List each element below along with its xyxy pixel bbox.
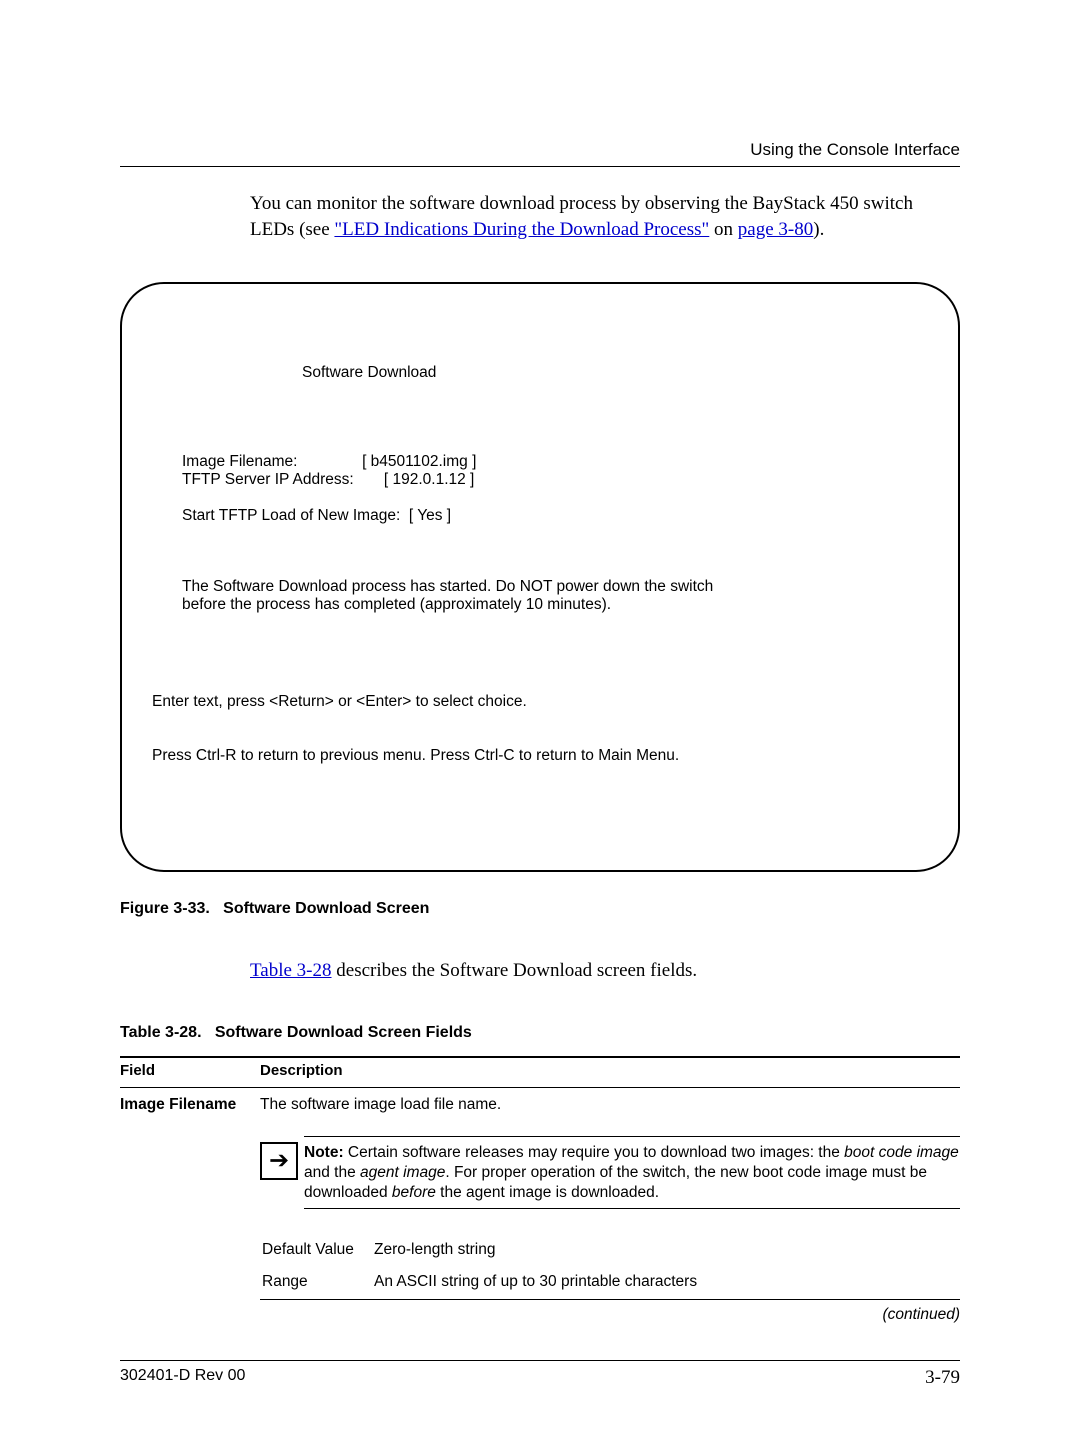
doc-revision: 302401-D Rev 00 [120, 1367, 245, 1389]
page-number: 3-79 [925, 1367, 960, 1389]
fields-table: Field Description Image Filename The sof… [120, 1056, 960, 1332]
console-fields: Image Filename: [ b4501102.img ] TFTP Se… [182, 453, 928, 524]
arrow-right-icon: ➔ [260, 1142, 298, 1180]
note-seg: Certain software releases may require yo… [344, 1144, 845, 1161]
console-field-value: [ b4501102.img ] [362, 453, 476, 470]
console-field-label: Image Filename: [182, 453, 297, 470]
note-text: Note: Certain software releases may requ… [304, 1136, 960, 1208]
console-help-line-1: Enter text, press <Return> or <Enter> to… [152, 693, 928, 711]
note-seg: and the [304, 1164, 360, 1181]
console-status-message: The Software Download process has starte… [182, 578, 742, 614]
col-header-description: Description [260, 1057, 960, 1088]
figure-caption: Figure 3-33. Software Download Screen [120, 900, 960, 918]
link-led-indications[interactable]: "LED Indications During the Download Pro… [334, 219, 709, 240]
table-row: Range An ASCII string of up to 30 printa… [262, 1267, 958, 1297]
link-table-3-28[interactable]: Table 3-28 [250, 960, 332, 981]
link-page-3-80[interactable]: page 3-80 [738, 219, 813, 240]
intro-paragraph: You can monitor the software download pr… [250, 191, 960, 242]
table-row: Image Filename The software image load f… [120, 1087, 960, 1122]
cell-field-name: Image Filename [120, 1087, 260, 1122]
console-field-label: TFTP Server IP Address: [182, 471, 354, 488]
console-help-line-2: Press Ctrl-R to return to previous menu.… [152, 747, 928, 765]
continued-indicator: (continued) [260, 1304, 960, 1324]
console-field-value: [ Yes ] [409, 507, 451, 524]
console-screen-box: Software Download Image Filename: [ b450… [120, 282, 960, 872]
ref-rest: describes the Software Download screen f… [332, 960, 698, 981]
figure-number: Figure 3-33. [120, 900, 210, 917]
running-header: Using the Console Interface [120, 140, 960, 167]
page-footer: 302401-D Rev 00 3-79 [120, 1360, 960, 1389]
note-block: ➔ Note: Certain software releases may re… [260, 1136, 960, 1209]
table-reference-paragraph: Table 3-28 describes the Software Downlo… [250, 958, 960, 984]
table-row: ➔ Note: Certain software releases may re… [120, 1122, 960, 1332]
cell-field-description: The software image load file name. [260, 1087, 960, 1122]
default-value: Zero-length string [374, 1235, 958, 1265]
console-title: Software Download [302, 364, 928, 382]
note-label: Note: [304, 1144, 344, 1161]
table-caption: Table 3-28. Software Download Screen Fie… [120, 1024, 960, 1042]
table-title: Software Download Screen Fields [215, 1024, 472, 1041]
intro-post: ). [813, 219, 824, 240]
note-italic: agent image [360, 1164, 445, 1181]
note-italic: boot code image [844, 1144, 959, 1161]
range-label: Range [262, 1267, 372, 1297]
subproperties-table: Default Value Zero-length string Range A… [260, 1233, 960, 1300]
note-seg: the agent image is downloaded. [436, 1184, 659, 1201]
table-number: Table 3-28. [120, 1024, 202, 1041]
table-row: Default Value Zero-length string [262, 1235, 958, 1265]
console-field-label: Start TFTP Load of New Image: [182, 507, 400, 524]
note-italic: before [392, 1184, 436, 1201]
console-field-value: [ 192.0.1.12 ] [384, 471, 475, 488]
col-header-field: Field [120, 1057, 260, 1088]
default-value-label: Default Value [262, 1235, 372, 1265]
range-value: An ASCII string of up to 30 printable ch… [374, 1267, 958, 1297]
intro-mid: on [709, 219, 738, 240]
figure-title: Software Download Screen [223, 900, 429, 917]
